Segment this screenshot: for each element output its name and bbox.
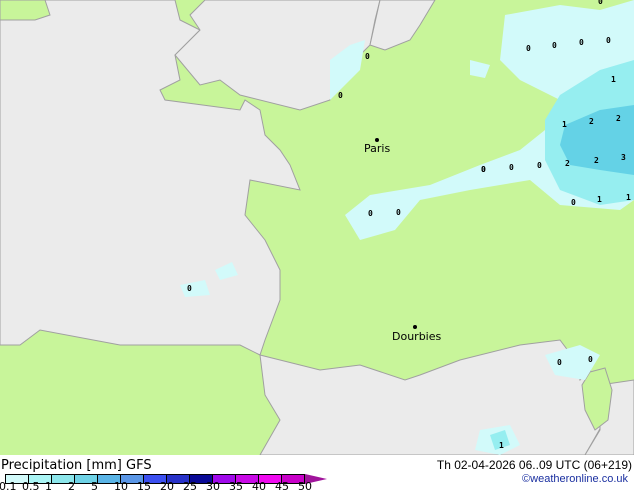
precipitation-map: 000 0000 11 2 2 223 00 00 0 00 1 1 00 01 xyxy=(0,0,634,455)
svg-text:2: 2 xyxy=(594,156,599,165)
svg-text:2: 2 xyxy=(589,117,594,126)
credit-link[interactable]: ©weatheronline.co.uk xyxy=(522,473,628,485)
svg-text:0: 0 xyxy=(571,198,576,207)
svg-text:0: 0 xyxy=(557,358,562,367)
svg-text:1: 1 xyxy=(597,195,602,204)
svg-text:1: 1 xyxy=(626,193,631,202)
legend-tick-label: 2 xyxy=(68,480,75,493)
legend-tick-label: 30 xyxy=(206,480,220,493)
svg-text:1: 1 xyxy=(611,75,616,84)
legend-tick-label: 1 xyxy=(45,480,52,493)
legend-tick-label: 25 xyxy=(183,480,197,493)
svg-text:1: 1 xyxy=(562,120,567,129)
svg-text:1: 1 xyxy=(499,441,504,450)
svg-text:0: 0 xyxy=(588,355,593,364)
legend-tick-label: 5 xyxy=(91,480,98,493)
svg-text:0: 0 xyxy=(552,41,557,50)
svg-text:2: 2 xyxy=(616,114,621,123)
svg-text:0: 0 xyxy=(606,36,611,45)
svg-text:0: 0 xyxy=(598,0,603,6)
legend-tick-label: 10 xyxy=(114,480,128,493)
legend-title: Precipitation [mm] GFS xyxy=(1,458,152,473)
svg-text:2: 2 xyxy=(565,159,570,168)
svg-text:0: 0 xyxy=(509,163,514,172)
forecast-datetime: Th 02-04-2026 06..09 UTC (06+219) xyxy=(436,458,632,472)
legend-tick-label: 40 xyxy=(252,480,266,493)
svg-text:0: 0 xyxy=(187,284,192,293)
dourbies-marker xyxy=(413,325,417,329)
legend-tick-label: 0.1 xyxy=(0,480,17,493)
svg-text:0: 0 xyxy=(368,209,373,218)
legend-tick-label: 15 xyxy=(137,480,151,493)
city-label-paris: Paris xyxy=(364,142,391,155)
legend-tick-label: 20 xyxy=(160,480,174,493)
svg-text:0: 0 xyxy=(365,52,370,61)
svg-text:0: 0 xyxy=(481,165,486,174)
svg-text:3: 3 xyxy=(621,153,626,162)
legend-tick-label: 45 xyxy=(275,480,289,493)
city-label-dourbies: Dourbies xyxy=(392,330,442,343)
legend-tick-label: 0.5 xyxy=(22,480,40,493)
svg-text:0: 0 xyxy=(338,91,343,100)
svg-text:0: 0 xyxy=(579,38,584,47)
svg-text:0: 0 xyxy=(396,208,401,217)
svg-text:0: 0 xyxy=(526,44,531,53)
svg-text:0: 0 xyxy=(537,161,542,170)
legend-tick-label: 50 xyxy=(298,480,312,493)
legend-tick-label: 35 xyxy=(229,480,243,493)
